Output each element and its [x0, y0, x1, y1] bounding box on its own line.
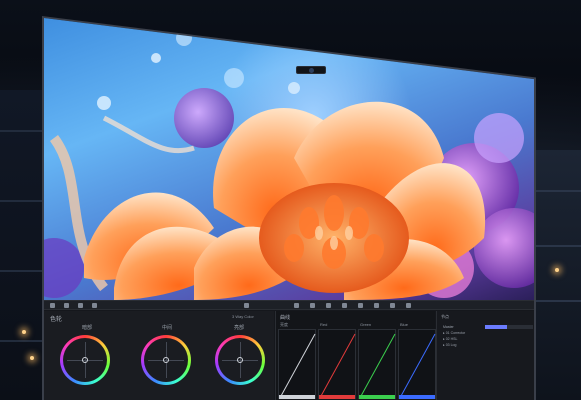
qualifier-icon[interactable] [310, 303, 315, 308]
nodes-section: 节点 Master ▸ 01 Corrector ▸ 02 HSL ▸ 03 L… [436, 311, 534, 400]
wheel-label-shadows: 暗部 [82, 325, 93, 331]
panel-toolbar [44, 301, 534, 310]
lamp-light [30, 356, 34, 360]
lut-icon[interactable] [78, 303, 83, 308]
viewer-icon[interactable] [50, 303, 55, 308]
window-icon[interactable] [326, 303, 331, 308]
scopes-icon[interactable] [406, 303, 411, 308]
curve-blue[interactable] [398, 329, 436, 399]
sizing-icon[interactable] [390, 303, 395, 308]
curve-label-red: Red [320, 322, 328, 327]
curve-label-green: Green [360, 322, 372, 327]
curve-label-luma: 亮度 [280, 322, 288, 327]
node-item[interactable]: ▸ 01 Corrector [443, 331, 465, 335]
color-grading-panel: 色轮 3 Way Color 暗部 中间 亮部 曲线 亮度 Red Green … [44, 300, 534, 400]
right-window [534, 150, 581, 400]
wheel-label-midtones: 中间 [162, 325, 173, 331]
gallery-icon[interactable] [64, 303, 69, 308]
node-item[interactable]: ▸ 03 Log [443, 343, 456, 347]
wheels-mode-select[interactable]: 3 Way Color [232, 314, 254, 319]
left-window [0, 90, 45, 400]
tracker-icon[interactable] [342, 303, 347, 308]
curves-tool-icon[interactable] [294, 303, 299, 308]
color-wheels-section: 色轮 3 Way Color 暗部 中间 亮部 [44, 311, 274, 400]
curves-title: 曲线 [280, 315, 291, 321]
color-wheel-highlights[interactable] [215, 335, 265, 385]
lamp-light [555, 268, 559, 272]
wheel-label-highlights: 亮部 [234, 325, 245, 331]
wheels-title: 色轮 [50, 317, 63, 323]
nodes-title: 节点 [441, 314, 449, 319]
node-timeline-track[interactable] [485, 325, 533, 329]
color-wheel-shadows[interactable] [60, 335, 110, 385]
curve-green[interactable] [358, 329, 396, 399]
node-item[interactable]: Master [443, 325, 454, 329]
wheel-puck[interactable] [82, 357, 88, 363]
wheel-puck[interactable] [237, 357, 243, 363]
node-item[interactable]: ▸ 02 HSL [443, 337, 457, 341]
curve-label-blue: Blue [400, 322, 409, 327]
curves-section: 曲线 亮度 Red Green Blue [275, 311, 436, 400]
keyframe-icon[interactable] [244, 303, 249, 308]
media-icon[interactable] [92, 303, 97, 308]
curve-luma[interactable] [278, 329, 316, 399]
webcam-icon [296, 66, 326, 74]
tv-screen: 色轮 3 Way Color 暗部 中间 亮部 曲线 亮度 Red Green … [44, 18, 534, 400]
blur-icon[interactable] [358, 303, 363, 308]
lamp-light [22, 330, 26, 334]
color-wheel-midtones[interactable] [141, 335, 191, 385]
key-icon[interactable] [374, 303, 379, 308]
curve-red[interactable] [318, 329, 356, 399]
wheel-puck[interactable] [163, 357, 169, 363]
